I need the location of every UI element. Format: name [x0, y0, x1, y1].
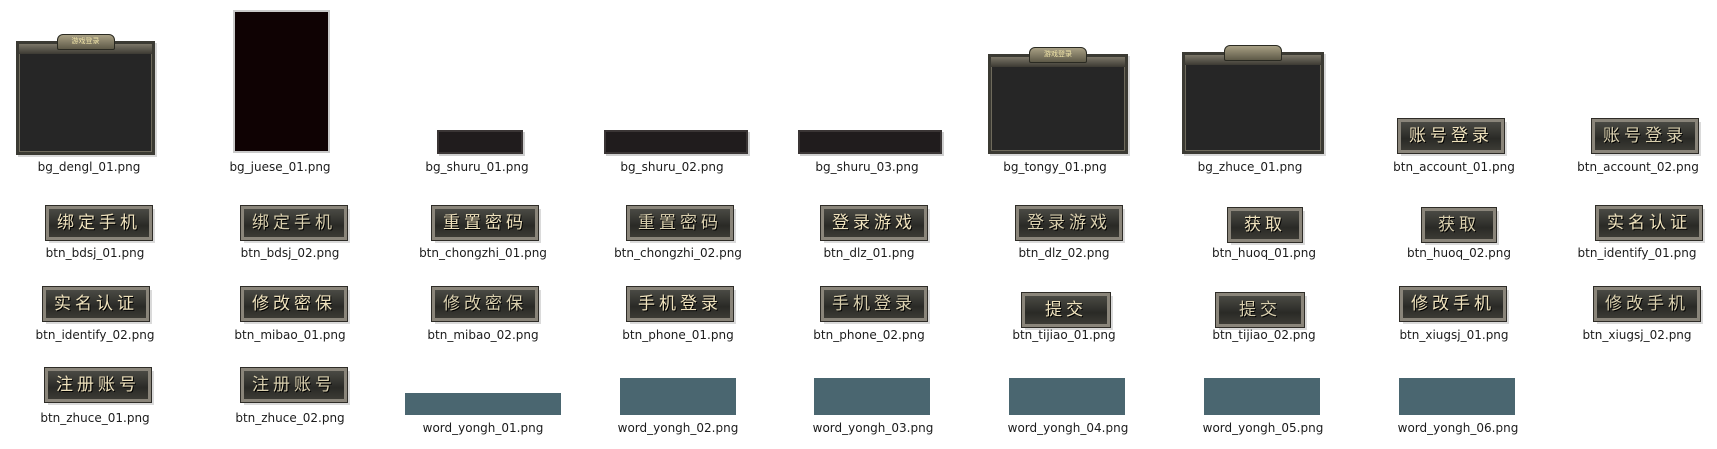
file-label[interactable]: btn_xiugsj_01.png	[1369, 328, 1539, 342]
file-thumb-btn-tijiao-01[interactable]: 提交	[1022, 293, 1110, 327]
file-thumb-btn-zhuce-01[interactable]: 注册账号	[45, 368, 151, 402]
file-label[interactable]: bg_shuru_01.png	[392, 160, 562, 174]
file-label[interactable]: bg_zhuce_01.png	[1165, 160, 1335, 174]
file-thumb-btn-zhuce-02[interactable]: 注册账号	[241, 368, 347, 402]
file-thumb-btn-huoq-02[interactable]: 获取	[1422, 208, 1496, 242]
file-thumb-bg-shuru-02[interactable]	[604, 130, 748, 154]
file-label[interactable]: btn_zhuce_02.png	[205, 411, 375, 425]
file-thumb-btn-identify-01[interactable]: 实名认证	[1596, 206, 1702, 240]
file-thumb-btn-dlz-02[interactable]: 登录游戏	[1016, 206, 1122, 240]
file-thumb-bg-zhuce[interactable]	[1182, 45, 1324, 154]
crest-ornament	[1224, 45, 1282, 61]
file-label[interactable]: btn_account_01.png	[1369, 160, 1539, 174]
file-thumb-word-yongh-01[interactable]	[405, 393, 561, 415]
file-thumb-bg-tongy[interactable]: 游戏登录	[988, 47, 1128, 154]
file-label[interactable]: btn_xiugsj_02.png	[1557, 328, 1717, 342]
file-thumb-btn-identify-02[interactable]: 实名认证	[43, 287, 149, 321]
file-label[interactable]: bg_tongy_01.png	[970, 160, 1140, 174]
file-thumb-btn-mibao-02[interactable]: 修改密保	[432, 287, 538, 321]
file-label[interactable]: btn_chongzhi_02.png	[593, 246, 763, 260]
file-label[interactable]: btn_mibao_02.png	[398, 328, 568, 342]
file-thumb-btn-chongzhi-02[interactable]: 重置密码	[627, 206, 733, 240]
file-thumb-btn-dlz-01[interactable]: 登录游戏	[821, 206, 927, 240]
file-thumb-bg-dengl[interactable]: 游戏登录	[16, 34, 155, 155]
file-thumb-btn-account-02[interactable]: 账号登录	[1592, 119, 1698, 153]
file-label[interactable]: btn_identify_02.png	[10, 328, 180, 342]
file-label[interactable]: btn_chongzhi_01.png	[398, 246, 568, 260]
file-thumb-btn-xiugsj-02[interactable]: 修改手机	[1594, 287, 1700, 321]
file-thumb-btn-bdsj-01[interactable]: 绑定手机	[46, 206, 152, 240]
file-thumb-btn-mibao-01[interactable]: 修改密保	[241, 287, 347, 321]
file-thumb-word-yongh-04[interactable]	[1009, 378, 1125, 415]
file-label[interactable]: word_yongh_03.png	[788, 421, 958, 435]
crest-text: 游戏登录	[1044, 50, 1072, 58]
file-thumb-btn-huoq-01[interactable]: 获取	[1228, 208, 1302, 242]
file-thumb-btn-chongzhi-01[interactable]: 重置密码	[432, 206, 538, 240]
file-thumb-word-yongh-05[interactable]	[1204, 378, 1320, 415]
file-label[interactable]: btn_phone_02.png	[784, 328, 954, 342]
file-label[interactable]: btn_huoq_01.png	[1179, 246, 1349, 260]
file-label[interactable]: btn_bdsj_01.png	[10, 246, 180, 260]
file-label[interactable]: bg_shuru_03.png	[782, 160, 952, 174]
file-label[interactable]: btn_dlz_02.png	[979, 246, 1149, 260]
file-label[interactable]: btn_identify_01.png	[1557, 246, 1717, 260]
crest-text: 游戏登录	[71, 37, 100, 45]
file-label[interactable]: word_yongh_04.png	[983, 421, 1153, 435]
file-thumb-btn-phone-02[interactable]: 手机登录	[821, 287, 927, 321]
file-label[interactable]: bg_dengl_01.png	[0, 160, 178, 174]
file-thumb-btn-phone-01[interactable]: 手机登录	[627, 287, 733, 321]
file-thumb-btn-tijiao-02[interactable]: 提交	[1216, 293, 1304, 327]
file-label[interactable]: word_yongh_06.png	[1373, 421, 1543, 435]
file-label[interactable]: btn_phone_01.png	[593, 328, 763, 342]
file-thumb-word-yongh-06[interactable]	[1399, 378, 1515, 415]
file-thumb-bg-juese[interactable]	[233, 10, 330, 153]
file-label[interactable]: btn_tijiao_01.png	[979, 328, 1149, 342]
file-label[interactable]: btn_bdsj_02.png	[205, 246, 375, 260]
file-label[interactable]: word_yongh_02.png	[593, 421, 763, 435]
file-thumb-btn-account-01[interactable]: 账号登录	[1398, 119, 1504, 153]
file-thumb-btn-xiugsj-01[interactable]: 修改手机	[1400, 287, 1506, 321]
file-thumb-bg-shuru-03[interactable]	[798, 130, 942, 154]
file-label[interactable]: btn_tijiao_02.png	[1179, 328, 1349, 342]
file-label[interactable]: btn_mibao_01.png	[205, 328, 375, 342]
file-thumb-bg-shuru-01[interactable]	[437, 130, 523, 154]
file-label[interactable]: word_yongh_01.png	[398, 421, 568, 435]
file-label[interactable]: btn_dlz_01.png	[784, 246, 954, 260]
file-label[interactable]: bg_shuru_02.png	[587, 160, 757, 174]
file-thumb-word-yongh-02[interactable]	[620, 378, 736, 415]
file-label[interactable]: btn_huoq_02.png	[1374, 246, 1544, 260]
file-thumb-word-yongh-03[interactable]	[814, 378, 930, 415]
file-label[interactable]: btn_account_02.png	[1553, 160, 1717, 174]
file-label[interactable]: bg_juese_01.png	[195, 160, 365, 174]
file-label[interactable]: word_yongh_05.png	[1178, 421, 1348, 435]
file-thumb-btn-bdsj-02[interactable]: 绑定手机	[241, 206, 347, 240]
file-label[interactable]: btn_zhuce_01.png	[10, 411, 180, 425]
